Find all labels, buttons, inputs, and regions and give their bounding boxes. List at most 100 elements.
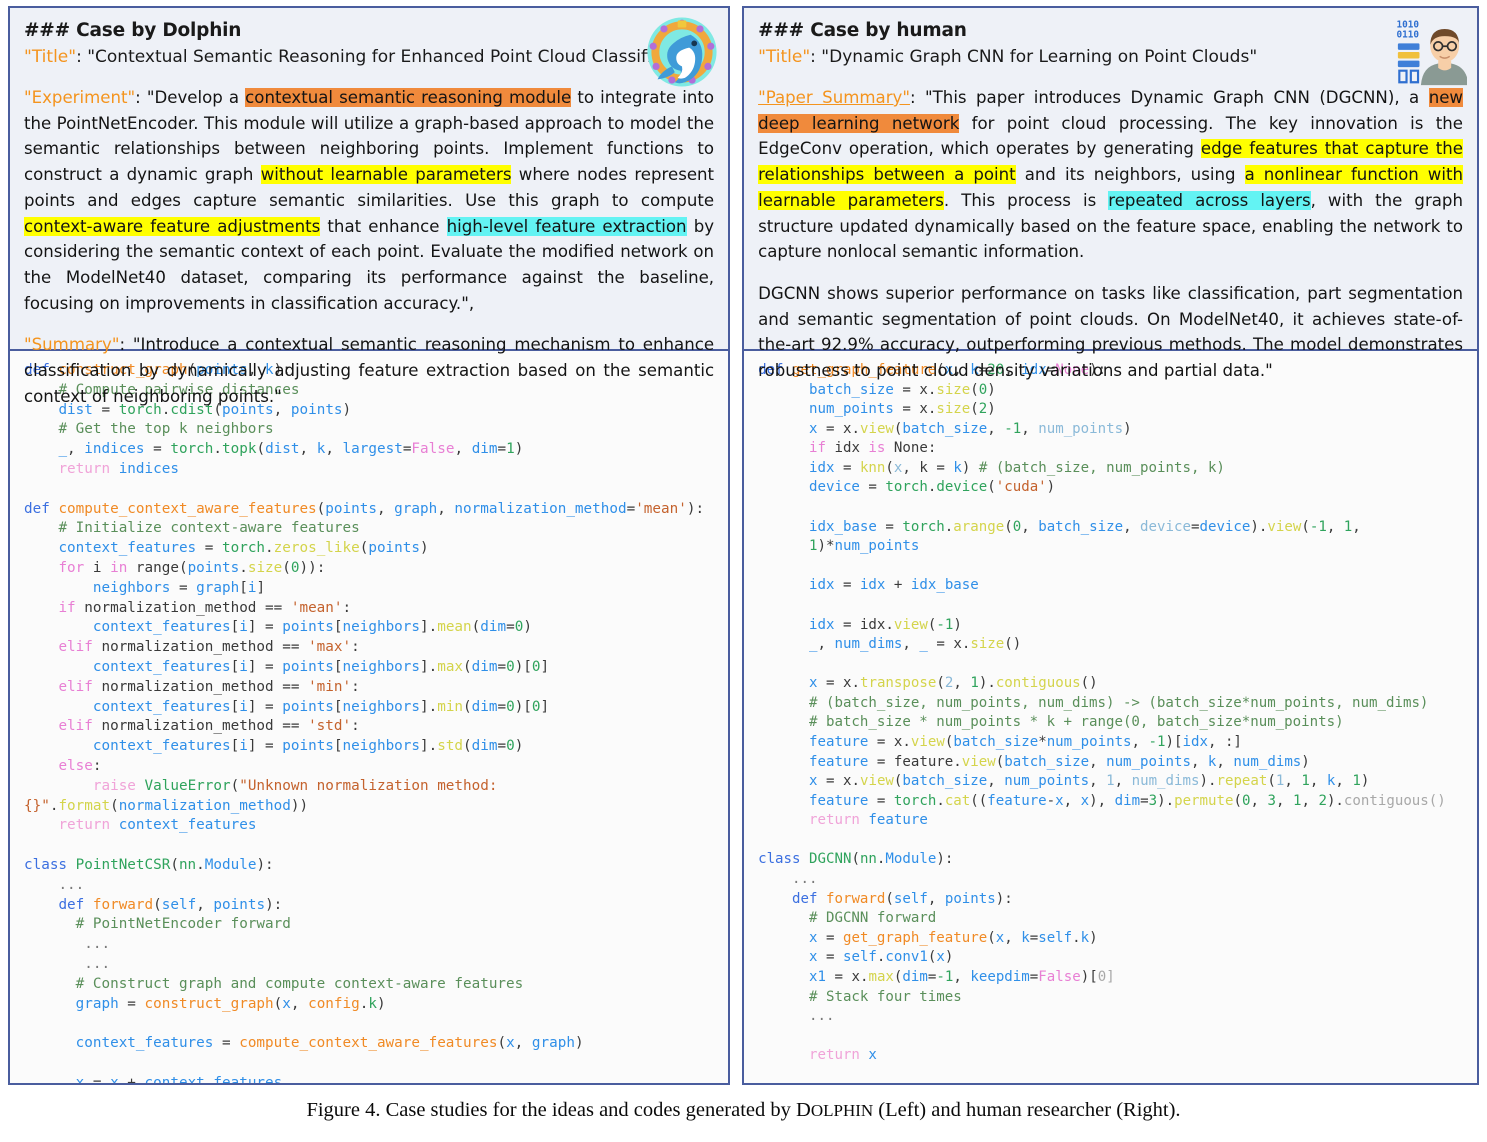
code-token: self [162, 897, 196, 913]
code-token: nn [860, 851, 877, 867]
title-key: "Title" [758, 47, 810, 67]
caption-pre: Figure 4. Case studies for the ideas and… [306, 1099, 796, 1121]
code-token: normalization_method [101, 679, 273, 695]
paper-summary-body: : "This paper introduces Dynamic Graph C… [758, 88, 1463, 261]
code-token: , [1310, 773, 1327, 789]
code-token: . [196, 857, 205, 873]
code-token: = [145, 441, 171, 457]
code-token: return [58, 817, 118, 833]
code-token: = [84, 1075, 110, 1083]
code-token: , [1216, 754, 1233, 770]
code-token: , [1089, 754, 1106, 770]
code-token: ): [265, 897, 282, 913]
code-token: idx [860, 617, 885, 633]
code-token: x [936, 949, 945, 965]
code-token: batch_size [809, 382, 894, 398]
code-token [758, 1047, 809, 1063]
code-token: = [119, 996, 145, 1012]
code-token: ]. [420, 619, 437, 635]
code-token: 3 [1267, 793, 1276, 809]
code-token: ... [758, 871, 817, 887]
highlighted-text: repeated across layers [1108, 191, 1310, 210]
code-token: x [1055, 793, 1064, 809]
code-token: num_points [834, 538, 919, 554]
code-token: idx [809, 617, 834, 633]
code-token: ( [1301, 519, 1310, 535]
code-token: i [239, 699, 248, 715]
code-token: feature [894, 754, 953, 770]
code-token: + [119, 1075, 145, 1083]
code-token: [ [231, 659, 240, 675]
code-token: PointNetCSR [76, 857, 171, 873]
code-token: feature [809, 793, 868, 809]
code-token: ( [885, 460, 894, 476]
code-token: keepdim [970, 969, 1029, 985]
code-token: k [953, 460, 962, 476]
code-token: points [945, 891, 996, 907]
code-token: )[ [515, 659, 532, 675]
code-token [758, 382, 809, 398]
code-token [24, 718, 58, 734]
panel-heading: ### Case by human [758, 20, 1465, 41]
performance-paragraph: DGCNN shows superior performance on task… [758, 281, 1463, 384]
code-token: 2 [1318, 793, 1327, 809]
code-token: : [351, 679, 360, 695]
code-token: [ [231, 619, 240, 635]
code-token: batch_size [1004, 754, 1089, 770]
code-token: ): [996, 891, 1013, 907]
code-token: # PointNetEncoder forward [24, 916, 291, 932]
code-token: ). [979, 675, 996, 691]
human-code: def get_graph_feature(x, k=20, idx=None)… [758, 361, 1465, 1066]
code-token: size [936, 382, 970, 398]
code-token: , [1123, 519, 1140, 535]
code-token [758, 793, 809, 809]
code-token: = [497, 699, 506, 715]
code-token: context_features [145, 1075, 283, 1083]
code-token: -1 [936, 969, 953, 985]
code-token: idx [809, 577, 834, 593]
code-token: . [213, 441, 222, 457]
code-token: ( [970, 382, 979, 398]
code-token: . [851, 421, 860, 437]
code-token: 0 [1098, 969, 1107, 985]
code-token: = [877, 519, 902, 535]
code-token: self [894, 891, 928, 907]
code-token: -1 [1149, 734, 1166, 750]
code-token: [ [334, 699, 343, 715]
code-token: [ [334, 619, 343, 635]
code-token: elif [58, 718, 101, 734]
body-text: : "This paper introduces Dynamic Graph C… [910, 88, 1429, 107]
code-token: = [627, 501, 636, 517]
code-token [24, 461, 58, 477]
code-token: ) [1361, 773, 1370, 789]
code-token: graph [532, 1035, 575, 1051]
code-token [24, 679, 58, 695]
experiment-body: : "Develop a contextual semantic reasoni… [24, 88, 714, 313]
svg-text:0110: 0110 [1396, 30, 1419, 41]
code-token: = [506, 619, 515, 635]
code-token: = [818, 773, 843, 789]
code-token: = [818, 949, 843, 965]
body-text: and its neighbors, using [1016, 165, 1245, 184]
code-token: idx_base [911, 577, 979, 593]
code-token [24, 659, 93, 675]
code-token: max [437, 659, 463, 675]
figure-caption: Figure 4. Case studies for the ideas and… [0, 1099, 1487, 1122]
code-token: 0 [979, 382, 988, 398]
code-token: ) [420, 540, 429, 556]
code-token: num_points [1047, 734, 1132, 750]
code-token: _ [58, 441, 67, 457]
experiment-key: "Experiment" [24, 88, 135, 107]
code-token: ). [1250, 519, 1267, 535]
code-token: idx [834, 440, 868, 456]
human-code-block[interactable]: def get_graph_feature(x, k=20, idx=None)… [744, 351, 1477, 1083]
dolphin-code: def construct_graph(points, k): # Comput… [24, 361, 716, 1083]
code-token: mean [437, 619, 471, 635]
code-token: [ [231, 738, 240, 754]
code-token: () [1004, 636, 1021, 652]
case-by-dolphin-panel: ### Case by Dolphin "Title": "Contextual… [8, 6, 730, 1085]
code-token: Module [885, 851, 936, 867]
dolphin-code-block[interactable]: def construct_graph(points, k): # Comput… [10, 351, 728, 1083]
summary-paragraph: "Summary": "Introduce a contextual seman… [24, 332, 714, 409]
code-token: num_points [1106, 754, 1191, 770]
